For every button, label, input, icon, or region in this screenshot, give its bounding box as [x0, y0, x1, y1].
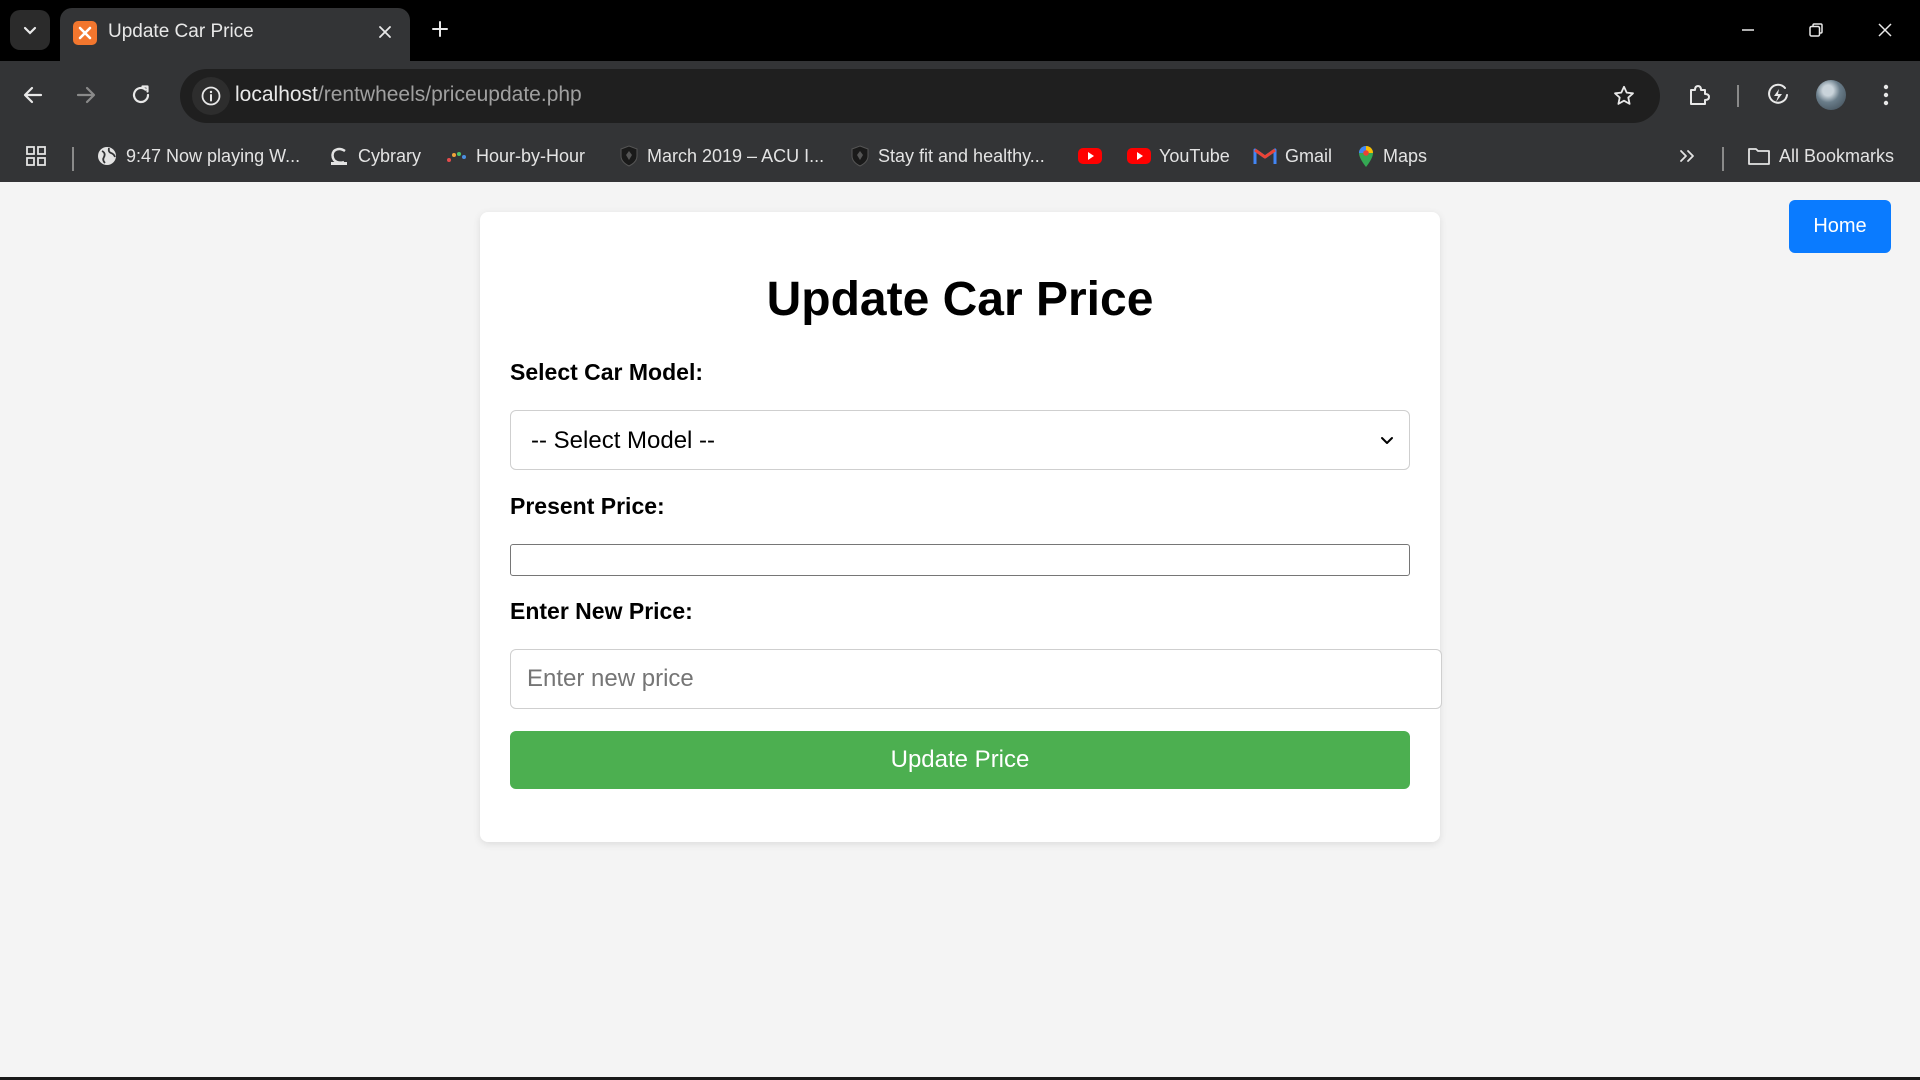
bookmark-youtube-icon-only[interactable]: [1078, 133, 1110, 179]
arrow-left-icon: [23, 86, 43, 104]
tab-close-button[interactable]: [370, 17, 400, 47]
url-host: localhost: [235, 83, 318, 106]
tab-active[interactable]: Update Car Price: [60, 8, 410, 61]
new-price-label: Enter New Price:: [510, 598, 693, 624]
close-icon: [379, 26, 391, 38]
forward-button[interactable]: [66, 75, 106, 115]
close-window-button[interactable]: [1860, 8, 1910, 52]
present-price-field[interactable]: [510, 544, 1410, 576]
kebab-menu-icon: [1883, 84, 1889, 106]
new-price-input[interactable]: [510, 649, 1442, 709]
bookmarks-divider: [72, 147, 74, 171]
page-content: Home Update Car Price Select Car Model: …: [0, 182, 1920, 1080]
dots-icon: [447, 152, 466, 162]
all-bookmarks-label: All Bookmarks: [1779, 145, 1895, 166]
restore-button[interactable]: [1791, 8, 1841, 52]
cybrary-icon: [331, 147, 347, 165]
folder-icon: [1748, 148, 1770, 165]
menu-button[interactable]: [1866, 75, 1906, 115]
bookmark-label: March 2019 – ACU I...: [647, 145, 825, 166]
bookmark-label: Cybrary: [358, 145, 422, 166]
bookmark-label: Hour-by-Hour: [476, 145, 586, 166]
bookmark-label: Stay fit and healthy...: [878, 145, 1045, 166]
update-price-card: Update Car Price Select Car Model: -- Se…: [480, 212, 1442, 842]
close-icon: [1878, 23, 1892, 37]
toolbar-divider: [1737, 85, 1739, 107]
chevron-down-icon: [1381, 437, 1393, 444]
bookmark-hour-by-hour[interactable]: Hour-by-Hour: [446, 133, 585, 179]
bookmarks-divider: [1722, 147, 1724, 171]
gmail-icon: [1253, 148, 1277, 164]
star-icon: [1614, 85, 1634, 105]
reload-icon: [132, 85, 150, 104]
puzzle-icon: [1690, 85, 1710, 105]
bookmark-label: Maps: [1383, 145, 1428, 166]
youtube-icon: [1078, 148, 1102, 164]
address-bar[interactable]: localhost/rentwheels/priceupdate.php: [180, 69, 1660, 123]
tab-search-button[interactable]: [10, 10, 50, 50]
back-button[interactable]: [13, 75, 53, 115]
bookmark-cybrary[interactable]: Cybrary: [328, 133, 421, 179]
select-value: -- Select Model --: [531, 427, 716, 454]
profile-avatar[interactable]: [1816, 80, 1846, 110]
more-bookmarks-button[interactable]: [1678, 133, 1696, 179]
youtube-icon: [1127, 148, 1151, 164]
performance-icon: [1768, 83, 1788, 104]
bookmark-march-2019[interactable]: March 2019 – ACU I...: [619, 133, 824, 179]
new-tab-button[interactable]: [423, 12, 457, 46]
performance-button[interactable]: [1758, 75, 1798, 115]
restore-icon: [1809, 23, 1823, 37]
browser-toolbar: localhost/rentwheels/priceupdate.php 9:4…: [0, 61, 1920, 188]
bookmark-stay-fit[interactable]: Stay fit and healthy...: [850, 133, 1045, 179]
bookmark-gmail[interactable]: Gmail: [1253, 133, 1332, 179]
minimize-button[interactable]: [1723, 8, 1773, 52]
globe-icon: [98, 147, 116, 165]
bookmark-label: YouTube: [1159, 145, 1230, 166]
reload-button[interactable]: [121, 75, 161, 115]
plus-icon: [432, 21, 448, 37]
site-info-button[interactable]: [192, 77, 230, 115]
car-model-select[interactable]: -- Select Model --: [510, 410, 1410, 470]
bookmark-now-playing[interactable]: 9:47 Now playing W...: [96, 133, 300, 179]
apps-grid-icon: [26, 146, 46, 166]
url-path: /rentwheels/priceupdate.php: [317, 83, 582, 106]
home-button[interactable]: Home: [1789, 200, 1891, 253]
arrow-right-icon: [76, 86, 96, 104]
xampp-favicon-icon: [73, 21, 97, 45]
tab-strip: Update Car Price: [0, 0, 1920, 61]
chevron-down-icon: [23, 26, 37, 35]
extensions-button[interactable]: [1679, 75, 1719, 115]
bookmark-youtube[interactable]: YouTube: [1127, 133, 1230, 179]
tab-title: Update Car Price: [108, 21, 254, 42]
bookmarks-bar: 9:47 Now playing W... Cybrary Hour-by-Ho…: [0, 133, 1920, 179]
apps-button[interactable]: [25, 133, 47, 179]
update-price-button[interactable]: Update Price: [510, 731, 1410, 789]
url-text[interactable]: localhost/rentwheels/priceupdate.php: [235, 83, 582, 107]
maps-icon: [1359, 146, 1373, 167]
present-price-label: Present Price:: [510, 493, 665, 519]
all-bookmarks-button[interactable]: All Bookmarks: [1747, 133, 1894, 179]
bookmark-label: 9:47 Now playing W...: [126, 145, 301, 166]
double-chevron-right-icon: [1680, 150, 1694, 162]
bookmark-label: Gmail: [1285, 145, 1333, 166]
info-icon: [201, 86, 221, 106]
bookmark-maps[interactable]: Maps: [1357, 133, 1427, 179]
page-title: Update Car Price: [766, 273, 1154, 326]
minimize-icon: [1742, 29, 1754, 31]
shield-icon: [851, 145, 869, 167]
shield-icon: [620, 145, 638, 167]
bookmark-star-button[interactable]: [1608, 80, 1640, 112]
select-model-label: Select Car Model:: [510, 359, 703, 385]
